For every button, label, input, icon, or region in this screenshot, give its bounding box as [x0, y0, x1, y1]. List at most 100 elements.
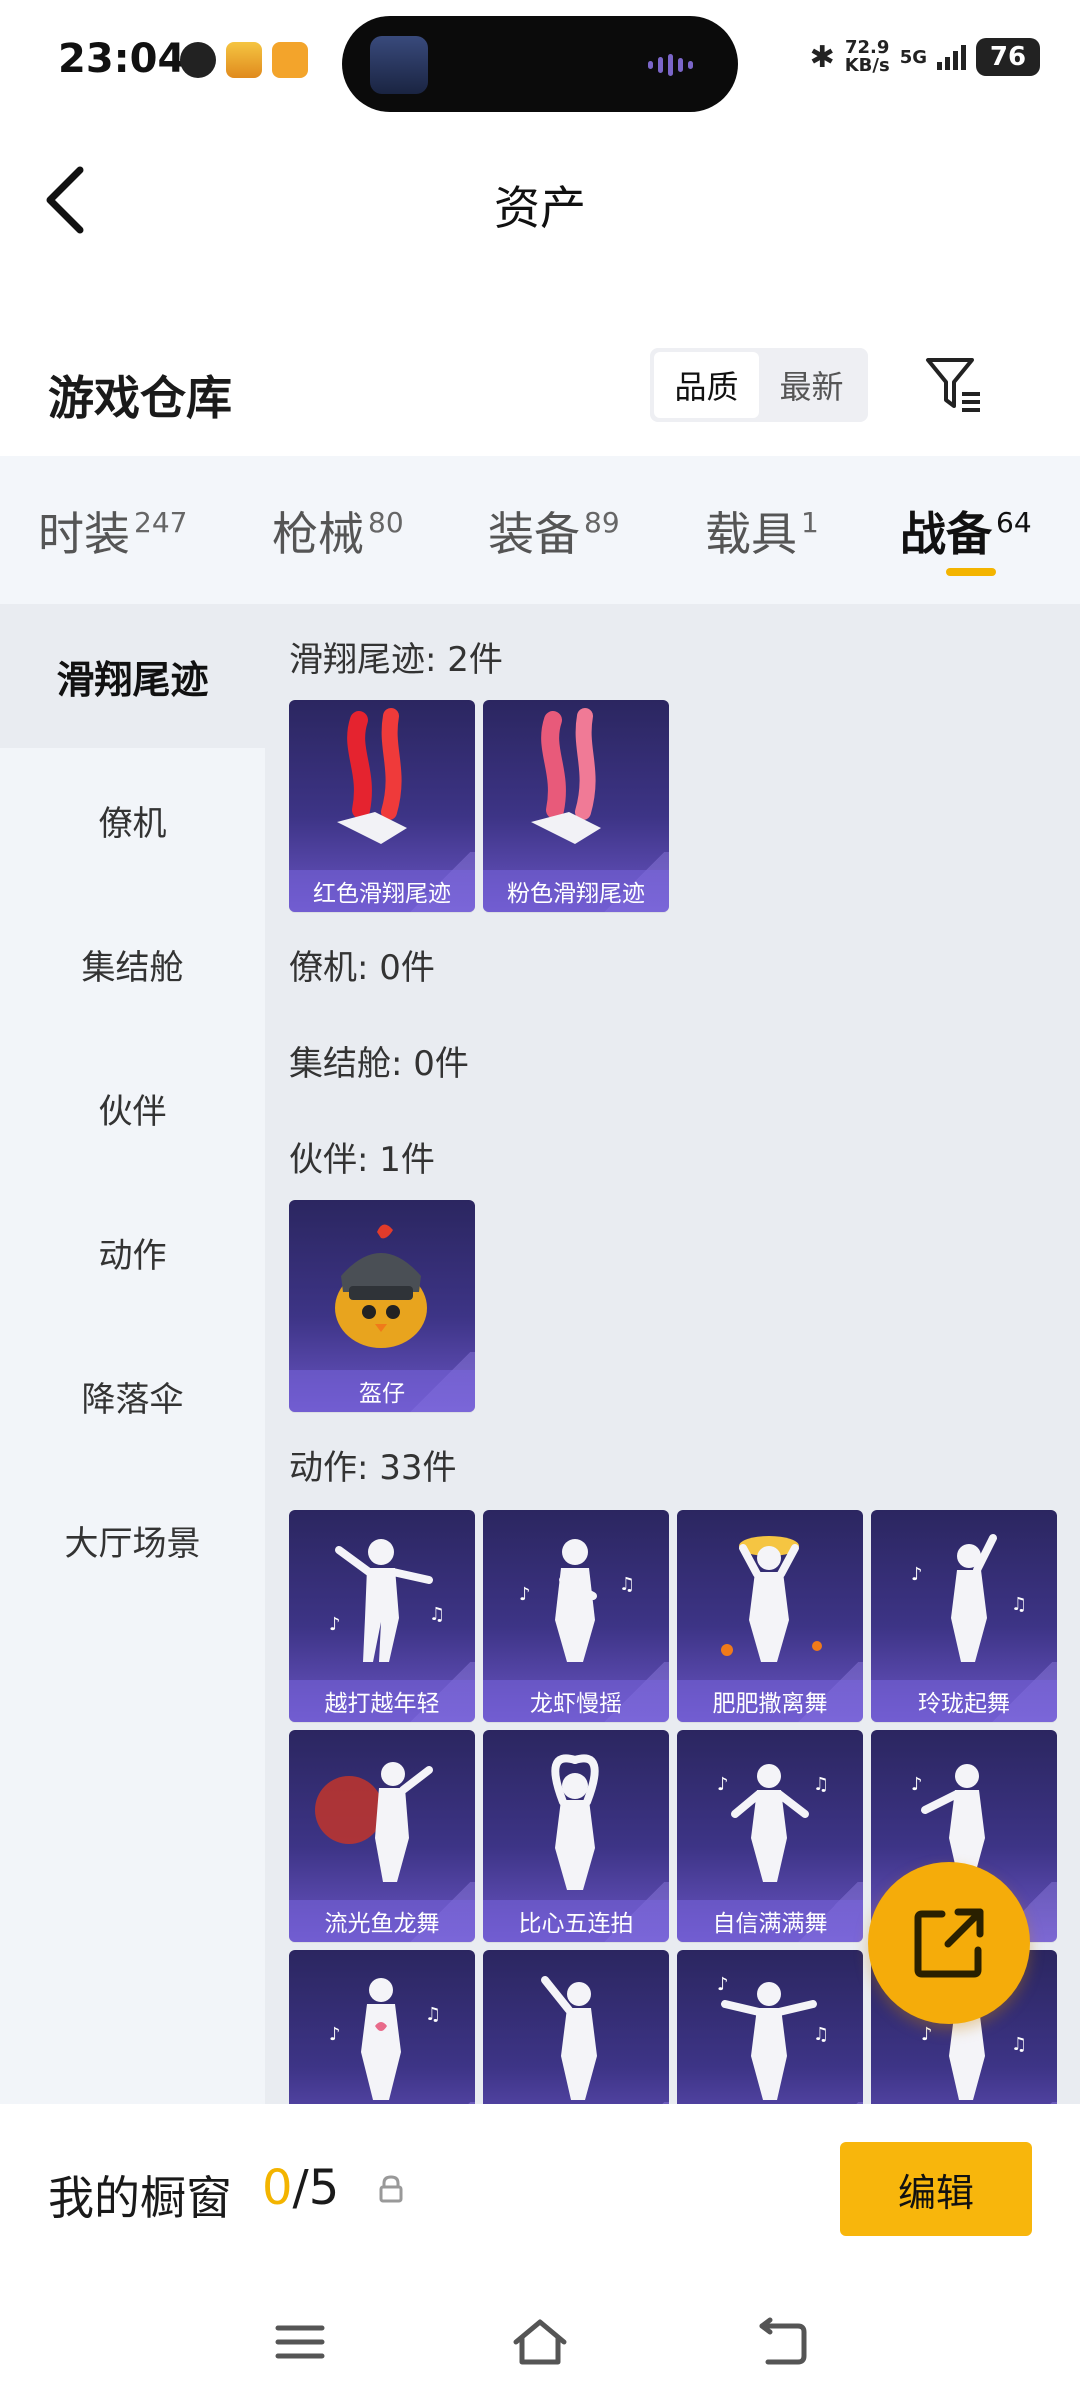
sidebar-item-emote[interactable]: 动作: [0, 1180, 265, 1324]
share-button[interactable]: [868, 1862, 1030, 2024]
media-thumbnail: [370, 36, 428, 94]
svg-text:♫: ♫: [425, 2004, 441, 2025]
sidebar-item-lobby-scene[interactable]: 大厅场景: [0, 1468, 265, 1612]
lock-icon: [379, 2175, 403, 2203]
app-notification-icon: [272, 42, 308, 78]
svg-text:♪: ♪: [519, 1584, 531, 1605]
emote-dancer-image: [721, 1536, 822, 1662]
emote-dancer-image: ♪♫: [717, 1764, 829, 1882]
item-name: 玲珑起舞: [871, 1680, 1057, 1722]
emote-dancer-image: ♪♫: [717, 1974, 829, 2100]
item-card[interactable]: ♪ ♫: [677, 1950, 863, 2104]
emote-dancer-image: ♪♫: [329, 1539, 445, 1662]
home-icon: [513, 2319, 567, 2365]
item-name: 自信满满舞: [677, 1900, 863, 1942]
item-card[interactable]: ♪ ♫ 玲珑起舞: [871, 1510, 1057, 1722]
svg-text:♫: ♫: [813, 2024, 829, 2045]
home-button[interactable]: [510, 2312, 570, 2372]
clock: 23:04: [58, 36, 186, 82]
sort-quality-button[interactable]: 品质: [654, 352, 759, 418]
tab-combat-gear[interactable]: 战备 64: [900, 498, 1032, 564]
item-name: 粉色滑翔尾迹: [483, 870, 669, 912]
item-card[interactable]: 比心五连拍: [483, 1730, 669, 1942]
sidebar-item-partner[interactable]: 伙伴: [0, 1036, 265, 1180]
category-sidebar: 滑翔尾迹 僚机 集结舱 伙伴 动作 降落伞 大厅场景: [0, 604, 265, 2104]
section-label-glide-trail: 滑翔尾迹: 2件: [289, 640, 503, 680]
signal-icon: [937, 44, 966, 70]
item-card[interactable]: 肥肥撒离舞: [677, 1510, 863, 1722]
active-tab-indicator: [946, 568, 996, 576]
svg-text:♫: ♫: [813, 1774, 829, 1795]
warehouse-header: 游戏仓库 品质 最新: [0, 320, 1080, 455]
external-link-icon: [914, 1908, 984, 1978]
svg-text:♪: ♪: [329, 1614, 341, 1635]
emote-dancer-image: [541, 1976, 597, 2100]
warehouse-title: 游戏仓库: [48, 371, 232, 425]
svg-text:♪: ♪: [329, 2024, 341, 2045]
item-name: 肥肥撒离舞: [677, 1680, 863, 1722]
section-label-emote: 动作: 33件: [289, 1448, 457, 1488]
sidebar-item-parachute[interactable]: 降落伞: [0, 1324, 265, 1468]
sidebar-item-wingman[interactable]: 僚机: [0, 748, 265, 892]
emote-dancer-image: ♪♫: [911, 1534, 1027, 1662]
bluetooth-icon: ✱: [809, 39, 835, 75]
svg-text:♫: ♫: [429, 1604, 445, 1625]
dynamic-island[interactable]: [342, 16, 738, 112]
emote-dancer-image: [315, 1762, 433, 1882]
system-nav-bar: [0, 2284, 1080, 2400]
section-label-wingman: 僚机: 0件: [289, 948, 435, 988]
svg-text:♫: ♫: [1011, 1594, 1027, 1615]
section-label-partner: 伙伴: 1件: [289, 1140, 435, 1180]
item-card[interactable]: 流光鱼龙舞: [289, 1730, 475, 1942]
showcase-bar: 我的橱窗 0/5 编辑: [0, 2104, 1080, 2284]
emote-dancer-image: ♪♫: [519, 1539, 635, 1662]
item-card[interactable]: 盔仔: [289, 1200, 475, 1412]
svg-text:♪: ♪: [921, 2024, 933, 2045]
filter-icon: [926, 358, 980, 412]
svg-text:♪: ♪: [911, 1774, 923, 1795]
sidebar-item-glide-trail[interactable]: 滑翔尾迹: [0, 604, 265, 748]
item-card[interactable]: ♪ ♫ 越打越年轻: [289, 1510, 475, 1722]
item-name: 红色滑翔尾迹: [289, 870, 475, 912]
showcase-label: 我的橱窗: [48, 2171, 232, 2225]
item-name: 盔仔: [289, 1370, 475, 1412]
item-card[interactable]: ♪ ♫ 龙虾慢摇: [483, 1510, 669, 1722]
tab-equipment[interactable]: 装备 89: [488, 498, 620, 564]
item-card[interactable]: 红色滑翔尾迹: [289, 700, 475, 912]
svg-text:♪: ♪: [717, 1974, 729, 1995]
notification-icons: [180, 42, 308, 78]
sort-newest-button[interactable]: 最新: [759, 352, 864, 418]
back-nav-button[interactable]: [752, 2312, 812, 2372]
item-card[interactable]: ♪ ♫ 自信满满舞: [677, 1730, 863, 1942]
item-card[interactable]: ♪ ♫: [289, 1950, 475, 2104]
partner-chick-image: [335, 1224, 427, 1348]
svg-text:♪: ♪: [717, 1774, 729, 1795]
menu-icon: [275, 2325, 325, 2359]
item-card[interactable]: [483, 1950, 669, 2104]
network-type: 5G: [899, 46, 927, 68]
pink-glide-trail-image: [531, 708, 601, 844]
svg-text:♪: ♪: [911, 1564, 923, 1585]
edit-button[interactable]: 编辑: [840, 2142, 1032, 2236]
tab-weapons[interactable]: 枪械 80: [272, 498, 404, 564]
sort-toggle: 品质 最新: [650, 348, 868, 422]
header: 资产: [0, 120, 1080, 280]
tab-fashion[interactable]: 时装 247: [38, 498, 187, 564]
audio-wave-icon: [648, 54, 708, 76]
item-name: 比心五连拍: [483, 1900, 669, 1942]
svg-text:♫: ♫: [619, 1574, 635, 1595]
category-tabs: 时装 247 枪械 80 装备 89 载具 1 战备 64: [0, 456, 1080, 604]
emote-dancer-image: ♪♫: [329, 1978, 441, 2100]
browser-notification-icon: [180, 42, 216, 78]
filter-button[interactable]: [922, 352, 986, 416]
network-speed: 72.9 KB/s: [844, 37, 890, 76]
sidebar-item-capsule[interactable]: 集结舱: [0, 892, 265, 1036]
item-card[interactable]: 粉色滑翔尾迹: [483, 700, 669, 912]
status-bar: 23:04 ✱ 72.9 KB/s 5G 76: [0, 0, 1080, 120]
battery-icon: 76: [976, 38, 1040, 76]
tab-vehicles[interactable]: 载具 1: [705, 498, 819, 564]
svg-text:♫: ♫: [1011, 2034, 1027, 2055]
section-label-capsule: 集结舱: 0件: [289, 1044, 469, 1084]
showcase-count: 0/5: [262, 2160, 340, 2216]
menu-button[interactable]: [270, 2312, 330, 2372]
